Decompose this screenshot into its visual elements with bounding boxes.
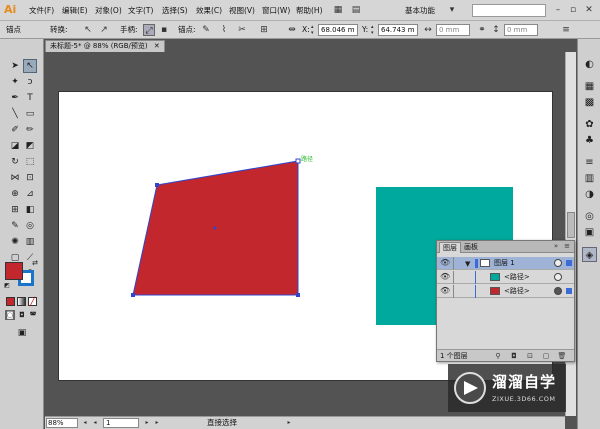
layers-panel-icon[interactable]: ◈ — [582, 247, 597, 262]
gradient-panel-icon[interactable]: ▥ — [582, 171, 597, 186]
path-name[interactable]: <路径> — [504, 285, 530, 298]
layer-color-bar — [475, 285, 476, 298]
collapse-panel-icon[interactable]: » — [551, 241, 561, 251]
first-artboard-icon[interactable]: ◂ — [81, 417, 89, 429]
layer-name[interactable]: 图层 1 — [494, 257, 515, 270]
sublayer-row[interactable]: 👁 <路径> — [437, 285, 574, 298]
zoom-select[interactable]: 88% — [46, 418, 78, 428]
selection-indicator[interactable] — [566, 288, 572, 294]
transparency-panel-icon[interactable]: ◑ — [582, 187, 597, 202]
layer-thumbnail — [480, 259, 490, 267]
path-hint-label: 路径 — [301, 156, 314, 163]
visibility-eye-icon[interactable]: 👁 — [440, 286, 450, 296]
tab-artboards[interactable]: 画板 — [461, 242, 481, 253]
layers-panel-tabs: 图层 画板 » ≡ — [437, 241, 574, 253]
next-artboard-icon[interactable]: ▸ — [143, 417, 151, 429]
layer-row[interactable]: 👁 ▼ 图层 1 — [437, 257, 574, 270]
panel-dock: ◐ ▦ ▩ ✿ ♣ ≡ ▥ ◑ ◎ ▣ ◈ — [577, 39, 600, 429]
artboard-number-field[interactable]: 1 — [103, 418, 139, 428]
watermark-url: ZIXUE.3D66.COM — [492, 395, 556, 403]
swatches-panel-icon[interactable]: ▩ — [582, 95, 597, 110]
divider — [453, 271, 454, 284]
watermark-logo — [454, 372, 486, 404]
make-clipping-mask-icon[interactable]: ◘ — [509, 351, 519, 361]
watermark: 溜溜自学 ZIXUE.3D66.COM — [448, 364, 566, 412]
locate-object-icon[interactable]: ⚲ — [493, 351, 503, 361]
visibility-eye-icon[interactable]: 👁 — [440, 272, 450, 282]
target-circle-icon[interactable] — [554, 287, 562, 295]
status-menu-icon[interactable]: ▸ — [285, 417, 293, 429]
sublayer-row[interactable]: 👁 <路径> — [437, 271, 574, 284]
path-thumbnail — [490, 287, 500, 295]
path-thumbnail — [490, 273, 500, 281]
divider — [453, 257, 454, 270]
status-bar: 88% ◂ ◂ 1 ▸ ▸ 直接选择 ▸ — [45, 416, 565, 429]
brushes-panel-icon[interactable]: ✿ — [582, 117, 597, 132]
layer-count: 1 个图层 — [440, 352, 468, 360]
layer-color-bar — [475, 271, 476, 284]
delete-layer-icon[interactable]: 🗑 — [557, 351, 567, 361]
center-point — [213, 226, 217, 230]
layers-panel-footer: 1 个图层 ⚲ ◘ ⊡ ▢ 🗑 — [437, 349, 574, 361]
target-circle-icon[interactable] — [554, 259, 562, 267]
watermark-title: 溜溜自学 — [492, 373, 557, 391]
previous-artboard-icon[interactable]: ◂ — [91, 417, 99, 429]
divider — [453, 285, 454, 298]
expand-triangle-icon[interactable]: ▼ — [465, 260, 470, 268]
stroke-panel-icon[interactable]: ≡ — [582, 155, 597, 170]
selection-indicator[interactable] — [566, 260, 572, 266]
appearance-panel-icon[interactable]: ◎ — [582, 209, 597, 224]
layer-color-bar — [475, 259, 478, 268]
target-circle-icon[interactable] — [554, 273, 562, 281]
current-tool-status: 直接选择 — [207, 418, 237, 427]
new-layer-icon[interactable]: ▢ — [541, 351, 551, 361]
last-artboard-icon[interactable]: ▸ — [153, 417, 161, 429]
graphic-styles-icon[interactable]: ▣ — [582, 225, 597, 240]
layers-panel: 图层 画板 » ≡ 👁 ▼ 图层 1 👁 <路径> 👁 <路径> 1 个图层 ⚲… — [436, 240, 575, 362]
color-guide-icon[interactable]: ▦ — [582, 79, 597, 94]
scroll-thumb[interactable] — [567, 212, 575, 238]
visibility-eye-icon[interactable]: 👁 — [440, 258, 450, 268]
path-name[interactable]: <路径> — [504, 271, 530, 284]
panel-menu-icon[interactable]: ≡ — [562, 241, 572, 251]
color-panel-icon[interactable]: ◐ — [582, 57, 597, 72]
tab-layers[interactable]: 图层 — [439, 242, 461, 253]
new-sublayer-icon[interactable]: ⊡ — [525, 351, 535, 361]
symbols-panel-icon[interactable]: ♣ — [582, 133, 597, 148]
